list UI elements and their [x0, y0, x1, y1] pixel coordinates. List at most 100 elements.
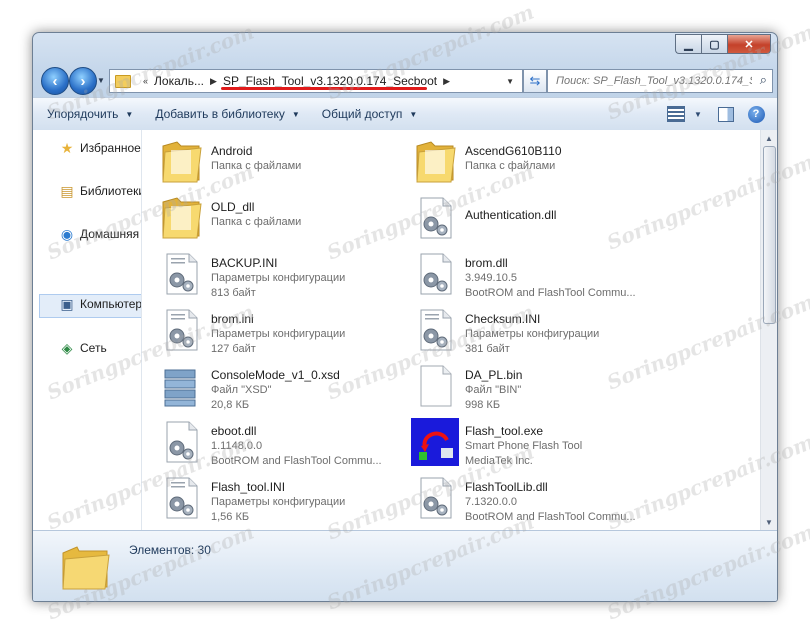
folder-icon [62, 546, 110, 590]
toolbar-right-group: ▼ ? [665, 98, 777, 130]
sidebar-item-favorites[interactable]: ★ Избранное [59, 140, 141, 156]
file-item[interactable]: Authentication.dll [411, 194, 661, 248]
share-menu[interactable]: Общий доступ ▼ [322, 107, 418, 121]
back-button[interactable]: ‹ [41, 67, 69, 95]
chevron-right-icon[interactable]: ▶ [443, 76, 450, 87]
view-icon [667, 106, 685, 122]
file-detail: Файл "XSD" [211, 384, 272, 396]
search-icon[interactable]: ⌕ [760, 72, 767, 88]
star-icon: ★ [60, 139, 74, 156]
file-item[interactable]: eboot.dll 1.1148.0.0 BootROM and FlashTool… [157, 418, 407, 472]
help-button[interactable]: ? [745, 104, 767, 124]
xsd-icon [157, 362, 205, 410]
vertical-scrollbar[interactable]: ▲ ▼ [760, 130, 777, 530]
ini-icon [157, 474, 205, 522]
file-name: ConsoleMode_v1_0.xsd [211, 368, 340, 382]
file-item[interactable]: Flash_tool.exe Smart Phone Flash Tool Medi… [411, 418, 661, 472]
file-item[interactable]: Flash_tool.INI Параметры конфигурации 1,56… [157, 474, 407, 528]
dll-icon [411, 474, 459, 522]
file-name: OLD_dll [211, 200, 255, 214]
add-to-library-label: Добавить в библиотеку [155, 107, 285, 121]
sidebar-item-label: Сеть [80, 341, 107, 355]
scroll-down-icon[interactable]: ▼ [761, 514, 777, 530]
file-item[interactable]: FlashToolLib.dll 7.1320.0.0 BootROM and Fl… [411, 474, 661, 528]
search-input[interactable] [554, 74, 754, 88]
sidebar-item-label: Домашняя группа [80, 227, 141, 241]
recent-pages-dropdown[interactable]: ▼ [97, 76, 105, 85]
organize-label: Упорядочить [47, 107, 119, 121]
file-item[interactable]: ConsoleMode_v1_0.xsd Файл "XSD" 20,8 КБ [157, 362, 407, 416]
file-detail: 1,56 КБ [211, 511, 250, 523]
ini-icon [157, 250, 205, 298]
dll-icon [411, 194, 459, 242]
breadcrumb-item-local[interactable]: Локаль... [154, 74, 204, 88]
sidebar-item-computer[interactable]: ▣ Компьютер [59, 296, 142, 312]
file-name: Checksum.INI [465, 312, 541, 326]
sidebar-item-label: Библиотеки [80, 184, 142, 198]
file-name: brom.dll [465, 256, 508, 270]
caption-buttons: ▁ ▢ ✕ [675, 34, 771, 54]
file-detail: 1.1148.0.0 [211, 440, 263, 452]
chevron-right-icon[interactable]: ▶ [210, 76, 217, 87]
search-box[interactable]: ⌕ [547, 69, 773, 93]
file-detail: 7.1320.0.0 [465, 496, 517, 508]
chevron-down-icon: ▼ [409, 109, 418, 119]
file-detail: Папка с файлами [211, 216, 302, 228]
dll-icon [157, 418, 205, 466]
file-detail: 127 байт [211, 343, 256, 355]
chevron-down-icon: ▼ [291, 109, 300, 119]
folder-icon [157, 194, 205, 242]
command-bar: Упорядочить ▼ Добавить в библиотеку ▼ Об… [33, 97, 777, 131]
chevron-left-icon: « [143, 76, 149, 86]
sidebar-item-label: Компьютер [80, 297, 142, 311]
forward-button[interactable]: › [69, 67, 97, 95]
file-name: BACKUP.INI [211, 256, 278, 270]
add-to-library-menu[interactable]: Добавить в библиотеку ▼ [155, 107, 299, 121]
file-detail: BootROM and FlashTool Commu... [465, 511, 636, 523]
ini-icon [411, 306, 459, 354]
minimize-button[interactable]: ▁ [675, 34, 701, 54]
item-count: Элементов: 30 [129, 543, 211, 557]
file-item[interactable]: OLD_dll Папка с файлами [157, 194, 407, 248]
sidebar-item-homegroup[interactable]: ◉ Домашняя группа [59, 226, 141, 242]
file-name: Authentication.dll [465, 208, 557, 222]
view-options-button[interactable] [665, 104, 687, 124]
view-dropdown-button[interactable]: ▼ [687, 104, 709, 124]
preview-pane-button[interactable] [715, 104, 737, 124]
folder-icon [157, 138, 205, 186]
file-name: Flash_tool.exe [465, 424, 544, 438]
file-detail: 998 КБ [465, 399, 501, 411]
file-item[interactable]: Checksum.INI Параметры конфигурации 381 ба… [411, 306, 661, 360]
file-detail: Папка с файлами [465, 160, 556, 172]
file-name: DA_PL.bin [465, 368, 523, 382]
file-item[interactable]: brom.dll 3.949.10.5 BootROM and FlashTool … [411, 250, 661, 304]
organize-menu[interactable]: Упорядочить ▼ [47, 107, 133, 121]
file-detail: 20,8 КБ [211, 399, 250, 411]
breadcrumb-item-current[interactable]: SP_Flash_Tool_v3.1320.0.174_Secboot [223, 74, 437, 88]
folder-icon [115, 74, 131, 88]
file-item[interactable]: AscendG610B110 Папка с файлами [411, 138, 661, 192]
file-item[interactable]: Android Папка с файлами [157, 138, 407, 192]
maximize-button[interactable]: ▢ [701, 34, 727, 54]
network-icon: ◈ [61, 339, 73, 356]
ini-icon [157, 306, 205, 354]
file-detail: Файл "BIN" [465, 384, 522, 396]
file-item[interactable]: DA_PL.bin Файл "BIN" 998 КБ [411, 362, 661, 416]
file-item[interactable]: brom.ini Параметры конфигурации 127 байт [157, 306, 407, 360]
file-detail: BootROM and FlashTool Commu... [465, 287, 636, 299]
sidebar-item-network[interactable]: ◈ Сеть [59, 340, 107, 356]
close-button[interactable]: ✕ [727, 34, 771, 54]
scroll-up-icon[interactable]: ▲ [761, 130, 777, 146]
file-detail: 813 байт [211, 287, 256, 299]
folder-icon [411, 138, 459, 186]
refresh-button[interactable]: ⇆ [523, 69, 547, 93]
help-icon: ? [747, 105, 765, 123]
address-dropdown-icon[interactable]: ▼ [506, 77, 514, 86]
scrollbar-thumb[interactable] [763, 146, 776, 324]
file-detail: Папка с файлами [211, 160, 302, 172]
file-item[interactable]: BACKUP.INI Параметры конфигурации 813 байт [157, 250, 407, 304]
explorer-window: ▁ ▢ ✕ ‹ › ▼ « Локаль... ▶ SP_Flash_Tool_… [32, 32, 778, 602]
sidebar-item-libraries[interactable]: ▤ Библиотеки [59, 182, 142, 199]
library-icon: ▤ [60, 182, 74, 199]
sidebar-item-label: Избранное [80, 141, 141, 155]
